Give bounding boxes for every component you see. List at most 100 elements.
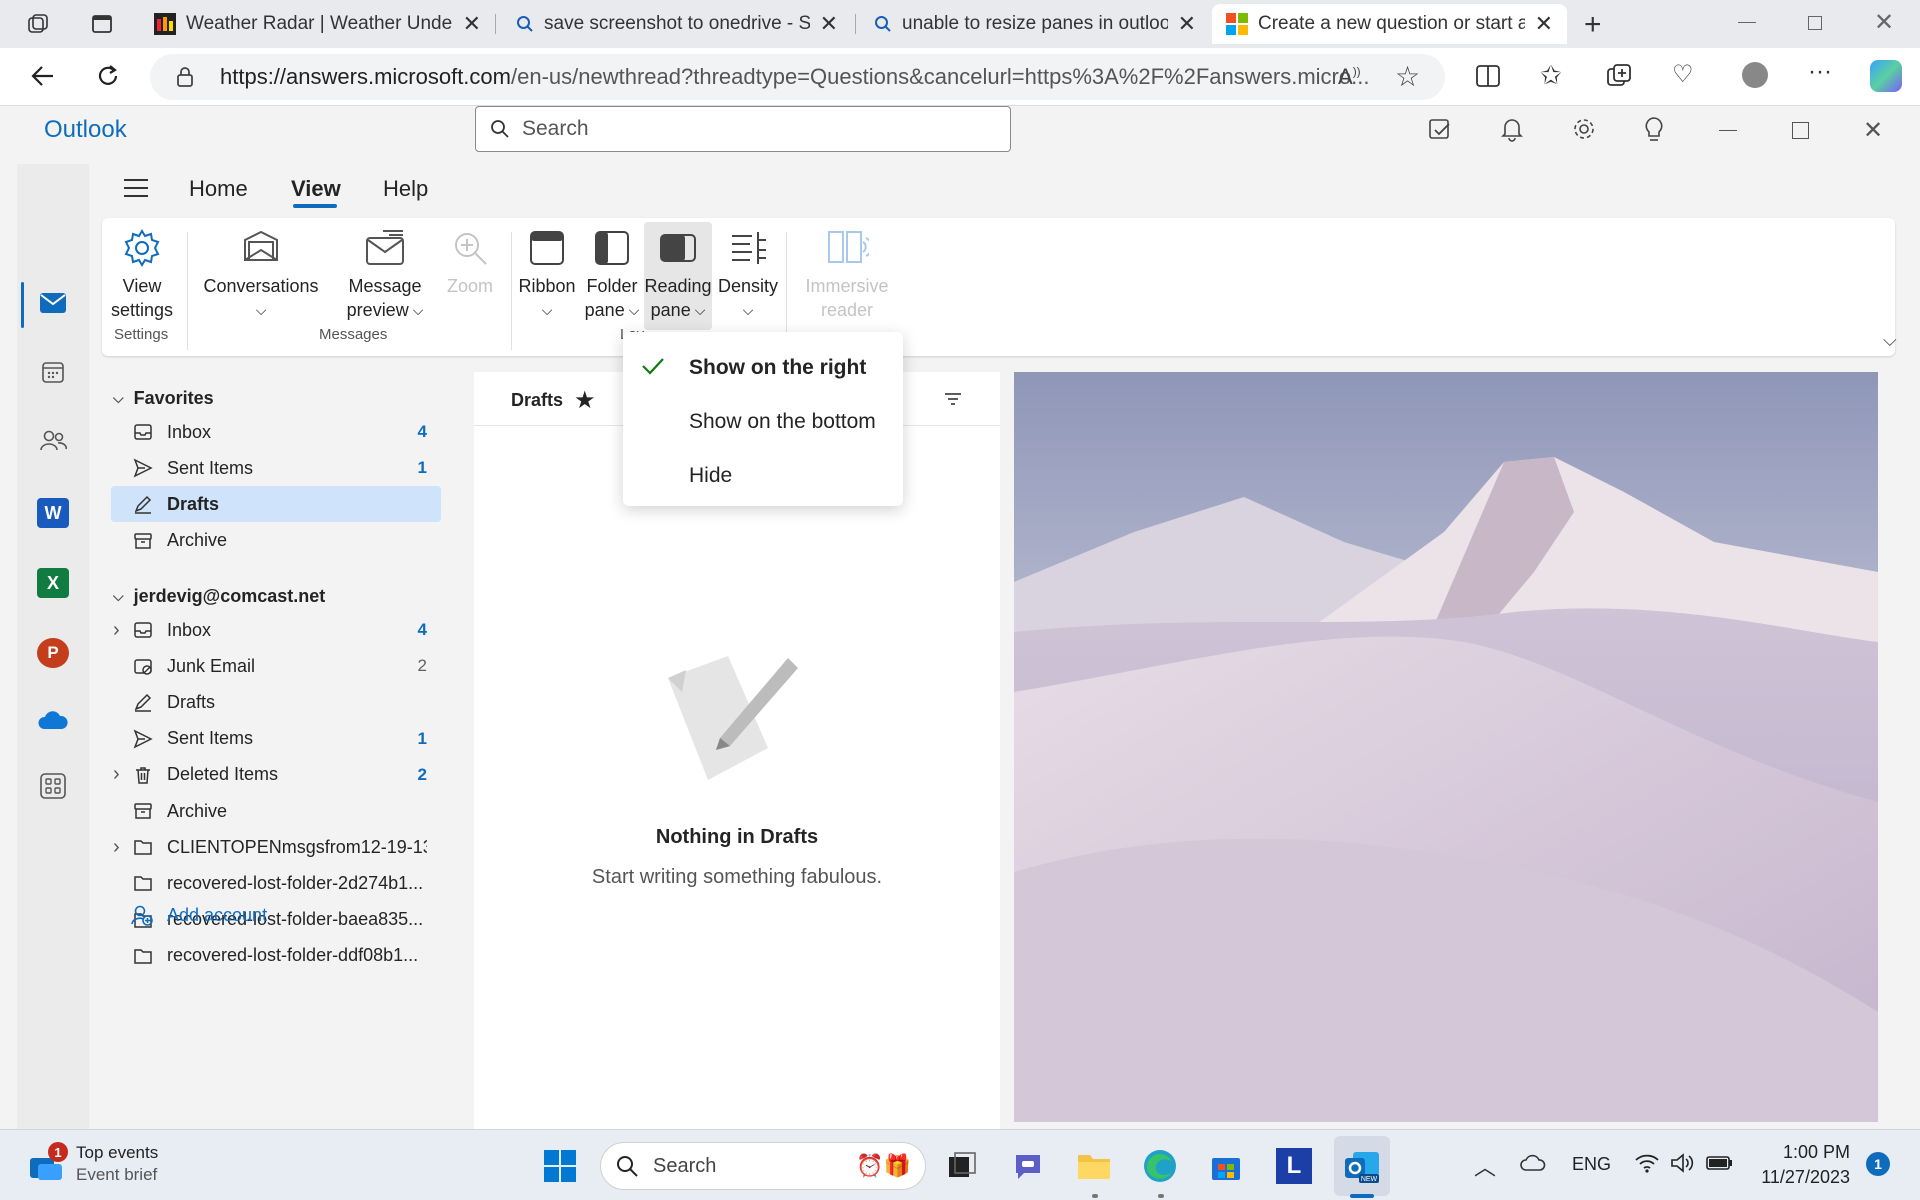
folder-pane-button[interactable]: Folder pane ⌵ (580, 228, 644, 322)
favorite-star-icon[interactable]: ★ (574, 386, 596, 415)
word-icon[interactable]: W (37, 498, 69, 528)
folder-item-sent-items[interactable]: Sent Items 1 (111, 721, 441, 757)
folder-item-recovered-lost-folder-ddf08b1[interactable]: recovered-lost-folder-ddf08b1... (111, 938, 441, 974)
view-settings-button[interactable]: View settings (106, 228, 178, 322)
menu-item-show-right[interactable]: Show on the right (623, 342, 903, 394)
more-options-icon[interactable]: ··· (1808, 58, 1832, 86)
menu-item-show-bottom[interactable]: Show on the bottom (623, 396, 903, 448)
folder-item-inbox[interactable]: › Inbox 4 (111, 612, 441, 648)
density-label: Density (717, 276, 779, 296)
more-apps-icon[interactable] (39, 772, 67, 800)
onedrive-icon[interactable] (37, 710, 69, 730)
start-windows-icon[interactable] (538, 1144, 582, 1188)
settings-gear-icon[interactable] (1571, 116, 1597, 142)
notification-count-badge[interactable]: 1 (1866, 1152, 1890, 1176)
l-app-icon[interactable]: L (1272, 1144, 1316, 1188)
density-button[interactable]: Density ⌵ (712, 228, 784, 322)
ribbon-layout-button[interactable]: Ribbon ⌵ (514, 228, 580, 322)
read-aloud-icon[interactable]: A)) (1338, 64, 1361, 90)
browser-tab-search-onedrive[interactable]: save screenshot to onedrive - Se ✕ (502, 4, 852, 44)
language-indicator[interactable]: ENG (1572, 1154, 1611, 1175)
app-minimize-icon[interactable] (1719, 130, 1737, 131)
folder-item-junk-email[interactable]: Junk Email 2 (111, 648, 441, 684)
browser-essentials-icon[interactable]: ♡ (1672, 60, 1694, 89)
browser-tab-weather[interactable]: Weather Radar | Weather Underg ✕ (140, 4, 495, 44)
show-hidden-icons-chevron-icon[interactable]: ︿ (1474, 1150, 1496, 1182)
window-restore-icon[interactable] (1808, 16, 1822, 30)
tab-view[interactable]: View (291, 176, 341, 202)
microsoft-store-icon[interactable] (1204, 1144, 1248, 1188)
excel-icon[interactable]: X (37, 568, 69, 598)
folder-item-sent-items[interactable]: Sent Items 1 (111, 450, 441, 486)
filter-icon[interactable] (944, 392, 962, 406)
tab-help[interactable]: Help (383, 176, 428, 202)
profile-icon[interactable] (1742, 62, 1768, 88)
people-icon[interactable] (39, 428, 67, 452)
taskbar-search-input[interactable]: Search ⏰🎁 (600, 1142, 926, 1190)
ribbon-collapse-chevron-icon[interactable]: ⌵ (1883, 330, 1897, 351)
back-icon[interactable] (28, 62, 56, 90)
reading-pane-button[interactable]: Reading pane ⌵ (644, 222, 712, 330)
message-preview-button[interactable]: Message preview ⌵ (330, 228, 440, 322)
refresh-icon[interactable] (94, 62, 122, 90)
edge-browser-icon[interactable] (1138, 1144, 1182, 1188)
folder-item-archive[interactable]: Archive (111, 793, 441, 829)
immersive-reader-button[interactable]: Immersive reader (792, 228, 902, 322)
volume-icon[interactable] (1670, 1152, 1696, 1174)
folder-item-clientopenmsgsfrom12-19-13[interactable]: › CLIENTOPENmsgsfrom12-19-13 (111, 829, 441, 865)
window-close-icon[interactable]: ✕ (1874, 8, 1894, 37)
battery-icon[interactable] (1706, 1154, 1734, 1172)
collections-icon[interactable] (1606, 63, 1632, 89)
split-screen-icon[interactable] (1475, 64, 1501, 88)
browser-tab-search-resize[interactable]: unable to resize panes in outlook ✕ (860, 4, 1210, 44)
close-tab-icon[interactable]: ✕ (1178, 11, 1196, 37)
close-tab-icon[interactable]: ✕ (1535, 11, 1553, 37)
tab-home[interactable]: Home (189, 176, 248, 202)
close-tab-icon[interactable]: ✕ (820, 11, 838, 37)
search-placeholder: Search (522, 117, 589, 140)
clock[interactable]: 1:00 PM 11/27/2023 (1750, 1140, 1850, 1190)
folder-item-drafts[interactable]: Drafts (111, 684, 441, 720)
search-input[interactable]: Search (475, 106, 1011, 152)
favorites-header[interactable]: ⌵ Favorites (113, 388, 214, 409)
my-day-icon[interactable] (1427, 116, 1453, 142)
folder-item-archive[interactable]: Archive (111, 523, 441, 559)
window-minimize-icon[interactable] (1738, 22, 1756, 23)
copilot-icon[interactable] (1870, 60, 1902, 92)
app-title: Outlook (44, 116, 127, 143)
browser-tab-answers[interactable]: Create a new question or start a d ✕ (1212, 4, 1567, 44)
zoom-button[interactable]: Zoom (440, 228, 500, 298)
powerpoint-icon[interactable]: P (37, 638, 69, 668)
folder-item-inbox[interactable]: Inbox 4 (111, 414, 441, 450)
chevron-right-icon[interactable]: › (113, 763, 120, 786)
folder-item-recovered-lost-folder-2d274b1[interactable]: recovered-lost-folder-2d274b1... (111, 865, 441, 901)
task-view-icon[interactable] (940, 1144, 984, 1188)
favorite-star-icon[interactable]: ☆ (1395, 60, 1420, 93)
add-account-button[interactable]: Add account (131, 904, 267, 926)
close-tab-icon[interactable]: ✕ (463, 11, 481, 37)
tab-actions-icon[interactable] (90, 12, 114, 36)
folder-item-deleted-items[interactable]: › Deleted Items 2 (111, 757, 441, 793)
app-maximize-icon[interactable] (1792, 122, 1809, 139)
calendar-icon[interactable] (41, 360, 65, 384)
chevron-right-icon[interactable]: › (113, 836, 120, 859)
onedrive-cloud-icon[interactable] (1520, 1154, 1546, 1172)
chevron-right-icon[interactable]: › (113, 619, 120, 642)
mail-icon[interactable] (39, 292, 67, 314)
wifi-icon[interactable] (1634, 1152, 1660, 1174)
tips-lightbulb-icon[interactable] (1643, 116, 1665, 144)
file-explorer-icon[interactable] (1072, 1144, 1116, 1188)
menu-item-hide[interactable]: Hide (623, 450, 903, 502)
new-tab-icon[interactable]: + (1584, 8, 1602, 42)
widgets-button[interactable]: 1 Top events Event brief (28, 1142, 158, 1186)
app-close-icon[interactable]: ✕ (1863, 116, 1883, 145)
conversations-button[interactable]: Conversations ⌵ (196, 228, 326, 322)
folder-item-drafts[interactable]: Drafts (111, 486, 441, 523)
teams-chat-icon[interactable] (1006, 1144, 1050, 1188)
workspaces-icon[interactable] (26, 12, 50, 36)
hamburger-menu-icon[interactable] (123, 178, 149, 198)
favorites-icon[interactable]: ✩ (1540, 60, 1562, 91)
url-field[interactable]: https://answers.microsoft.com/en-us/newt… (150, 54, 1445, 100)
account-header[interactable]: ⌵ jerdevig@comcast.net (113, 586, 325, 607)
notifications-icon[interactable] (1499, 116, 1525, 142)
